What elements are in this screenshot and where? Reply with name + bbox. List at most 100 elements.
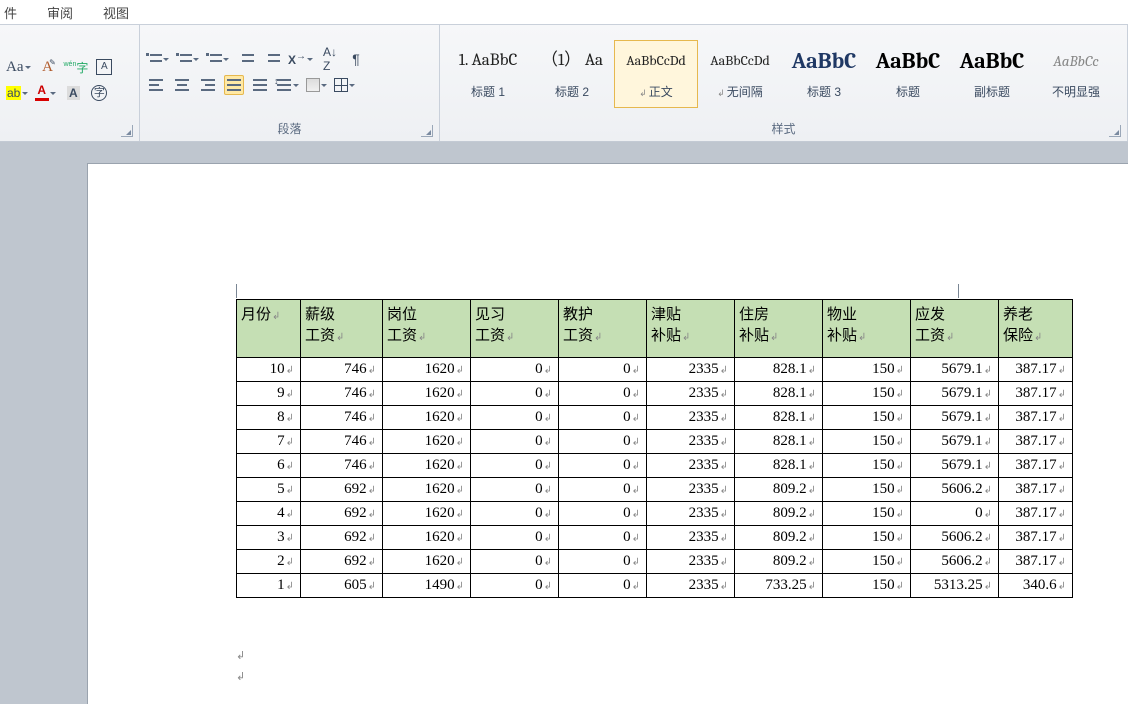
table-cell[interactable]: 692↲ [301,526,383,550]
table-cell[interactable]: 0↲ [471,430,559,454]
table-cell[interactable]: 1620↲ [383,406,471,430]
table-cell[interactable]: 0↲ [471,382,559,406]
col-header[interactable]: 住房补贴↲ [735,300,823,358]
style-标题[interactable]: AaBbC标题 [866,40,950,108]
table-cell[interactable]: 0↲ [471,502,559,526]
table-cell[interactable]: 1490↲ [383,574,471,598]
table-cell[interactable]: 828.1↲ [735,358,823,382]
table-cell[interactable]: 150↲ [823,550,911,574]
style-gallery[interactable]: 1. AaBbC标题 1（1） Aa标题 2AaBbCcDd↲正文AaBbCcD… [440,38,1127,108]
col-header[interactable]: 岗位工资↲ [383,300,471,358]
table-cell[interactable]: 746↲ [301,430,383,454]
table-cell[interactable]: 828.1↲ [735,454,823,478]
table-cell[interactable]: 5606.2↲ [911,526,999,550]
table-cell[interactable]: 150↲ [823,574,911,598]
numbering-button[interactable] [176,49,200,69]
table-cell[interactable]: 1620↲ [383,478,471,502]
col-header[interactable]: 月份↲ [237,300,301,358]
asian-layout-button[interactable]: X→ [288,49,314,69]
paragraph-dialog-launcher[interactable] [421,125,433,137]
style-无间隔[interactable]: AaBbCcDd↲无间隔 [698,40,782,108]
style-正文[interactable]: AaBbCcDd↲正文 [614,40,698,108]
col-header[interactable]: 薪级工资↲ [301,300,383,358]
col-header[interactable]: 应发工资↲ [911,300,999,358]
table-cell[interactable]: 5606.2↲ [911,550,999,574]
col-header[interactable]: 津贴补贴↲ [647,300,735,358]
table-cell[interactable]: 692↲ [301,550,383,574]
table-cell[interactable]: 150↲ [823,478,911,502]
col-header[interactable]: 养老保险↲ [999,300,1073,358]
enclose-characters-button[interactable]: 字 [89,83,109,103]
table-cell[interactable]: 5313.25↲ [911,574,999,598]
table-cell[interactable]: 5679.1↲ [911,358,999,382]
table-cell[interactable]: 1620↲ [383,454,471,478]
table-cell[interactable]: 733.25↲ [735,574,823,598]
table-cell[interactable]: 5679.1↲ [911,430,999,454]
table-cell[interactable]: 10↲ [237,358,301,382]
sort-button[interactable]: A↓Z [320,49,340,69]
table-cell[interactable]: 387.17↲ [999,430,1073,454]
table-cell[interactable]: 746↲ [301,454,383,478]
document-area[interactable]: 月份↲薪级工资↲岗位工资↲见习工资↲教护工资↲津贴补贴↲住房补贴↲物业补贴↲应发… [0,142,1128,704]
table-cell[interactable]: 2335↲ [647,358,735,382]
table-cell[interactable]: 1620↲ [383,430,471,454]
table-cell[interactable]: 387.17↲ [999,526,1073,550]
table-cell[interactable]: 150↲ [823,358,911,382]
tab-file[interactable]: 件 [4,3,17,22]
table-cell[interactable]: 0↲ [559,550,647,574]
change-case-button[interactable]: Aa [6,57,32,77]
table-cell[interactable]: 150↲ [823,382,911,406]
table-cell[interactable]: 1620↲ [383,502,471,526]
table-cell[interactable]: 0↲ [559,478,647,502]
table-cell[interactable]: 0↲ [911,502,999,526]
table-row[interactable]: 1↲605↲1490↲0↲0↲2335↲733.25↲150↲5313.25↲3… [237,574,1073,598]
table-cell[interactable]: 2335↲ [647,526,735,550]
table-cell[interactable]: 2335↲ [647,502,735,526]
table-cell[interactable]: 2335↲ [647,574,735,598]
multilevel-list-button[interactable] [206,49,230,69]
table-row[interactable]: 8↲746↲1620↲0↲0↲2335↲828.1↲150↲5679.1↲387… [237,406,1073,430]
table-cell[interactable]: 2335↲ [647,454,735,478]
table-row[interactable]: 3↲692↲1620↲0↲0↲2335↲809.2↲150↲5606.2↲387… [237,526,1073,550]
table-cell[interactable]: 387.17↲ [999,454,1073,478]
table-cell[interactable]: 2335↲ [647,430,735,454]
table-cell[interactable]: 7↲ [237,430,301,454]
tab-review[interactable]: 审阅 [47,3,73,22]
style-不明显强[interactable]: AaBbCc不明显强 [1034,40,1118,108]
borders-button[interactable] [334,75,356,95]
phonetic-guide-button[interactable]: wén字 [64,57,89,77]
table-cell[interactable]: 692↲ [301,478,383,502]
table-cell[interactable]: 150↲ [823,430,911,454]
table-row[interactable]: 5↲692↲1620↲0↲0↲2335↲809.2↲150↲5606.2↲387… [237,478,1073,502]
col-header[interactable]: 教护工资↲ [559,300,647,358]
table-row[interactable]: 7↲746↲1620↲0↲0↲2335↲828.1↲150↲5679.1↲387… [237,430,1073,454]
table-cell[interactable]: 0↲ [559,406,647,430]
style-副标题[interactable]: AaBbC副标题 [950,40,1034,108]
table-cell[interactable]: 2335↲ [647,382,735,406]
table-cell[interactable]: 6↲ [237,454,301,478]
highlight-button[interactable]: ab [6,83,29,103]
align-justify-button[interactable] [224,75,244,95]
align-left-button[interactable] [146,75,166,95]
style-标题 3[interactable]: AaBbC标题 3 [782,40,866,108]
show-hide-marks-button[interactable]: ¶ [346,49,366,69]
line-spacing-button[interactable]: ↕ [276,75,300,95]
increase-indent-button[interactable] [262,49,282,69]
table-cell[interactable]: 150↲ [823,502,911,526]
table-cell[interactable]: 0↲ [471,454,559,478]
table-cell[interactable]: 0↲ [471,574,559,598]
table-cell[interactable]: 340.6↲ [999,574,1073,598]
table-cell[interactable]: 4↲ [237,502,301,526]
col-header[interactable]: 物业补贴↲ [823,300,911,358]
table-cell[interactable]: 8↲ [237,406,301,430]
table-cell[interactable]: 809.2↲ [735,550,823,574]
table-cell[interactable]: 809.2↲ [735,502,823,526]
table-cell[interactable]: 0↲ [471,358,559,382]
align-right-button[interactable] [198,75,218,95]
font-dialog-launcher[interactable] [121,125,133,137]
table-row[interactable]: 4↲692↲1620↲0↲0↲2335↲809.2↲150↲0↲387.17↲ [237,502,1073,526]
table-row[interactable]: 10↲746↲1620↲0↲0↲2335↲828.1↲150↲5679.1↲38… [237,358,1073,382]
table-cell[interactable]: 0↲ [559,358,647,382]
table-cell[interactable]: 809.2↲ [735,526,823,550]
style-标题 1[interactable]: 1. AaBbC标题 1 [446,40,530,108]
